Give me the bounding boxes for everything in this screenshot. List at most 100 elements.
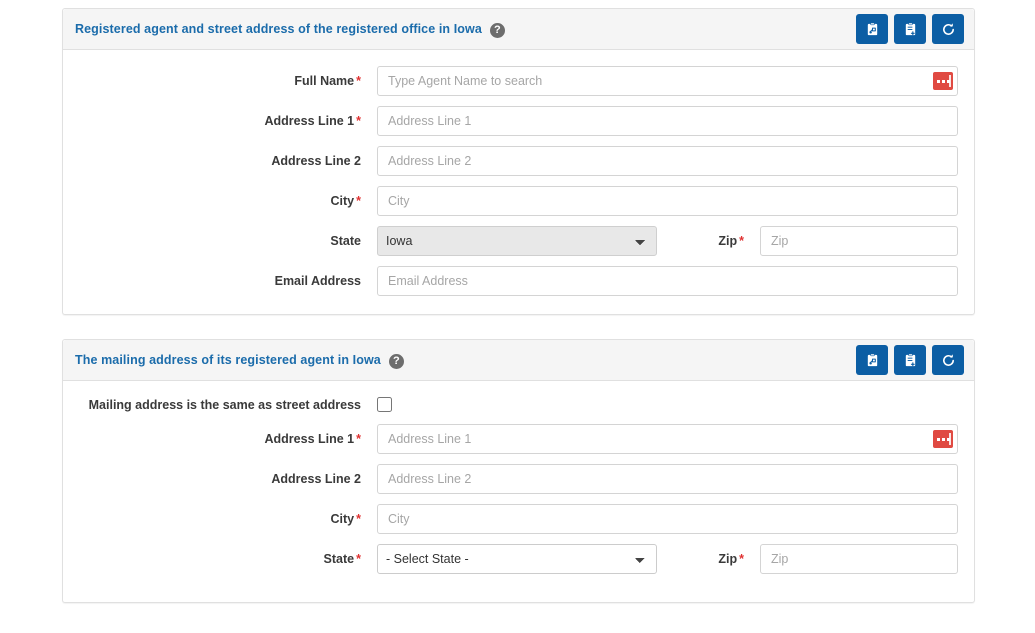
city-input[interactable] <box>377 186 958 216</box>
required-marker: * <box>356 74 361 88</box>
full-name-field-wrap <box>377 66 958 96</box>
required-marker: * <box>356 552 361 566</box>
field-row-state-zip: State * - Select State - Zip * <box>79 544 958 574</box>
field-row-state-zip: State Iowa Zip * <box>79 226 958 256</box>
state-field-wrap: - Select State - <box>377 544 657 574</box>
field-row-city: City * <box>79 504 958 534</box>
full-name-input[interactable] <box>377 66 958 96</box>
address-line-2-input[interactable] <box>377 146 958 176</box>
panel-body: Full Name* Address Line 1* <box>63 50 974 314</box>
address-line-2-field-wrap <box>377 464 958 494</box>
reset-button[interactable] <box>932 345 964 375</box>
edge-bar <box>949 75 951 87</box>
address-line-1-label-text: Address Line 1 <box>264 432 355 446</box>
required-marker: * <box>356 432 361 446</box>
address-lookup-icon[interactable] <box>933 430 953 448</box>
address-line-1-label-text: Address Line 1 <box>264 114 355 128</box>
state-label-text: State <box>330 234 361 248</box>
panel-heading: Registered agent and street address of t… <box>63 9 974 50</box>
panel-heading: The mailing address of its registered ag… <box>63 340 974 381</box>
paste-to-button[interactable] <box>894 345 926 375</box>
clipboard-copy-icon <box>867 353 877 366</box>
field-row-email-address: Email Address <box>79 266 958 296</box>
state-field-wrap: Iowa <box>377 226 657 256</box>
field-row-full-name: Full Name * <box>79 66 958 96</box>
address-line-2-label: Address Line 2 <box>79 472 377 486</box>
address-line-1-field-wrap <box>377 106 958 136</box>
email-address-label-text: Email Address <box>274 274 361 288</box>
required-marker: * <box>356 194 361 208</box>
field-row-address-line-1: Address Line 1 * <box>79 106 958 136</box>
address-line-2-field-wrap <box>377 146 958 176</box>
state-label-text: State <box>323 552 355 566</box>
reset-button[interactable] <box>932 14 964 44</box>
zip-input[interactable] <box>760 544 958 574</box>
panel-body: Mailing address is the same as street ad… <box>63 381 974 602</box>
zip-label-text: Zip <box>718 234 738 248</box>
required-marker: * <box>739 234 744 248</box>
field-row-city: City * <box>79 186 958 216</box>
dots-glyph <box>936 437 950 441</box>
state-select[interactable]: - Select State - <box>377 544 657 574</box>
address-line-1-label: Address Line 1 * <box>79 432 377 446</box>
field-row-address-line-1: Address Line 1 * <box>79 424 958 454</box>
panel-actions <box>856 345 964 375</box>
clipboard-copy-icon <box>867 22 877 35</box>
address-line-1-input[interactable] <box>377 424 958 454</box>
help-circle-icon[interactable]: ? <box>489 22 505 38</box>
address-line-2-label: Address Line 2 <box>79 154 377 168</box>
zip-label-text: Zip <box>718 552 738 566</box>
address-line-1-label: Address Line 1 * <box>79 114 377 128</box>
address-line-1-input[interactable] <box>377 106 958 136</box>
clipboard-paste-icon <box>905 22 915 35</box>
state-label: State * <box>79 552 377 566</box>
email-address-label: Email Address <box>79 274 377 288</box>
panel-title: Registered agent and street address of t… <box>75 22 482 36</box>
state-label: State <box>79 234 377 248</box>
email-address-field-wrap <box>377 266 958 296</box>
full-name-label-text: Full Name <box>294 74 355 88</box>
zip-field-wrap <box>760 544 958 574</box>
mailing-address-panel: The mailing address of its registered ag… <box>62 339 975 603</box>
email-address-input[interactable] <box>377 266 958 296</box>
address-line-1-field-wrap <box>377 424 958 454</box>
refresh-icon <box>942 22 954 35</box>
field-row-same-as-street: Mailing address is the same as street ad… <box>79 397 958 412</box>
panel-title: The mailing address of its registered ag… <box>75 353 381 367</box>
help-circle-icon[interactable]: ? <box>388 353 404 369</box>
address-lookup-icon[interactable] <box>933 72 953 90</box>
city-label: City * <box>79 512 377 526</box>
zip-label: Zip * <box>657 552 760 566</box>
state-select[interactable]: Iowa <box>377 226 657 256</box>
same-as-street-checkbox[interactable] <box>377 397 392 412</box>
required-marker: * <box>356 512 361 526</box>
panel-actions <box>856 14 964 44</box>
field-row-address-line-2: Address Line 2 <box>79 464 958 494</box>
dots-glyph <box>936 79 950 83</box>
address-line-2-input[interactable] <box>377 464 958 494</box>
city-label: City * <box>79 194 377 208</box>
edge-bar <box>949 433 951 445</box>
registered-agent-panel: Registered agent and street address of t… <box>62 8 975 315</box>
form-page: Registered agent and street address of t… <box>0 0 1035 633</box>
city-field-wrap <box>377 186 958 216</box>
refresh-icon <box>942 353 954 366</box>
same-as-street-label: Mailing address is the same as street ad… <box>88 397 361 412</box>
clipboard-paste-icon <box>905 353 915 366</box>
paste-to-button[interactable] <box>894 14 926 44</box>
full-name-label: Full Name * <box>79 74 377 88</box>
required-marker: * <box>739 552 744 566</box>
city-field-wrap <box>377 504 958 534</box>
address-line-2-label-text: Address Line 2 <box>271 472 361 486</box>
copy-from-button[interactable] <box>856 14 888 44</box>
field-row-address-line-2: Address Line 2 <box>79 146 958 176</box>
city-label-text: City <box>330 512 355 526</box>
city-label-text: City <box>330 194 355 208</box>
zip-field-wrap <box>760 226 958 256</box>
zip-label: Zip * <box>657 234 760 248</box>
required-marker: * <box>356 114 361 128</box>
copy-from-button[interactable] <box>856 345 888 375</box>
city-input[interactable] <box>377 504 958 534</box>
address-line-2-label-text: Address Line 2 <box>271 154 361 168</box>
zip-input[interactable] <box>760 226 958 256</box>
